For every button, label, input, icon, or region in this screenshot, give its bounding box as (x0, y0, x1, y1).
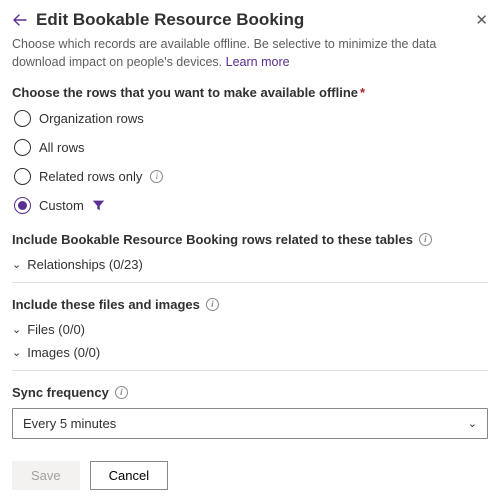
close-icon[interactable]: ✕ (475, 11, 488, 29)
radio-label: Organization rows (39, 111, 144, 126)
info-icon[interactable]: i (206, 298, 219, 311)
rows-radio-group: Organization rows All rows Related rows … (12, 110, 488, 214)
panel-subtitle: Choose which records are available offli… (12, 36, 488, 71)
rows-section-label: Choose the rows that you want to make av… (12, 85, 488, 100)
radio-all-rows[interactable]: All rows (14, 139, 488, 156)
images-expander[interactable]: ⌄ Images (0/0) (12, 345, 488, 360)
radio-label: Related rows only (39, 169, 142, 184)
radio-organization-rows[interactable]: Organization rows (14, 110, 488, 127)
radio-label: All rows (39, 140, 85, 155)
chevron-down-icon: ⌄ (12, 346, 21, 359)
info-icon[interactable]: i (150, 170, 163, 183)
include-files-label: Include these files and images i (12, 297, 488, 312)
subtitle-text: Choose which records are available offli… (12, 37, 436, 69)
radio-icon (14, 139, 31, 156)
sync-frequency-label: Sync frequency i (12, 385, 488, 400)
divider (12, 370, 488, 371)
info-icon[interactable]: i (115, 386, 128, 399)
radio-icon (14, 197, 31, 214)
radio-related-rows-only[interactable]: Related rows only i (14, 168, 488, 185)
save-button: Save (12, 461, 80, 490)
relationships-label: Relationships (0/23) (27, 257, 143, 272)
radio-icon (14, 110, 31, 127)
chevron-down-icon: ⌄ (12, 258, 21, 271)
relationships-expander[interactable]: ⌄ Relationships (0/23) (12, 257, 488, 272)
images-label: Images (0/0) (27, 345, 100, 360)
include-related-label: Include Bookable Resource Booking rows r… (12, 232, 488, 247)
sync-frequency-select[interactable]: Every 5 minutes ⌄ (12, 408, 488, 439)
learn-more-link[interactable]: Learn more (226, 55, 290, 69)
chevron-down-icon: ⌄ (12, 323, 21, 336)
filter-icon[interactable] (92, 199, 105, 212)
sync-value: Every 5 minutes (23, 416, 116, 431)
chevron-down-icon: ⌄ (468, 417, 477, 430)
info-icon[interactable]: i (419, 233, 432, 246)
radio-custom[interactable]: Custom (14, 197, 488, 214)
back-icon[interactable] (12, 12, 28, 28)
footer-buttons: Save Cancel (12, 461, 488, 490)
files-expander[interactable]: ⌄ Files (0/0) (12, 322, 488, 337)
cancel-button[interactable]: Cancel (90, 461, 168, 490)
radio-icon (14, 168, 31, 185)
files-label: Files (0/0) (27, 322, 85, 337)
panel-title: Edit Bookable Resource Booking (36, 10, 467, 30)
radio-label: Custom (39, 198, 84, 213)
divider (12, 282, 488, 283)
